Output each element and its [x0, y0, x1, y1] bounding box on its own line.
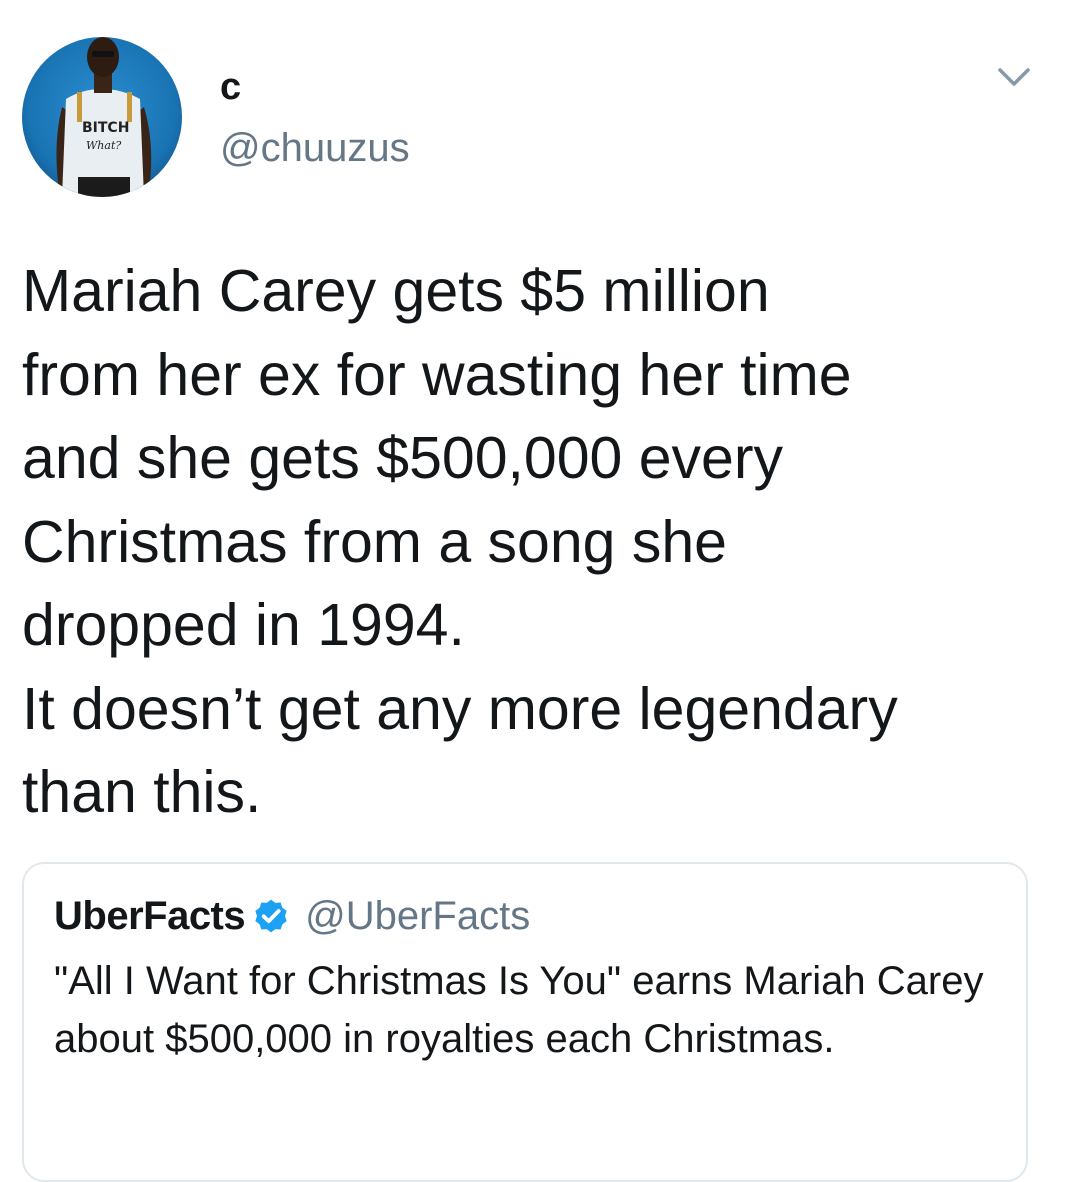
- verified-badge-icon: [251, 896, 291, 936]
- author-avatar[interactable]: BITCH What?: [22, 37, 182, 197]
- quoted-tweet-header: UberFacts @UberFacts: [54, 894, 530, 938]
- quoted-author-handle: @UberFacts: [305, 893, 531, 938]
- author-handle[interactable]: @chuuzus: [220, 128, 410, 168]
- quoted-tweet-card[interactable]: UberFacts @UberFacts "All I Want for Chr…: [22, 862, 1028, 1182]
- tweet-text: Mariah Carey gets $5 million from her ex…: [22, 258, 898, 825]
- avatar-image: BITCH What?: [22, 37, 182, 197]
- author-display-name[interactable]: c: [220, 68, 241, 106]
- quoted-author-name: UberFacts: [54, 893, 246, 938]
- chevron-down-icon[interactable]: [996, 64, 1032, 90]
- avatar-shirt-text: BITCH: [82, 120, 129, 136]
- avatar-shirt-subtext: What?: [86, 139, 121, 152]
- quoted-tweet-text: "All I Want for Christmas Is You" earns …: [54, 959, 984, 1061]
